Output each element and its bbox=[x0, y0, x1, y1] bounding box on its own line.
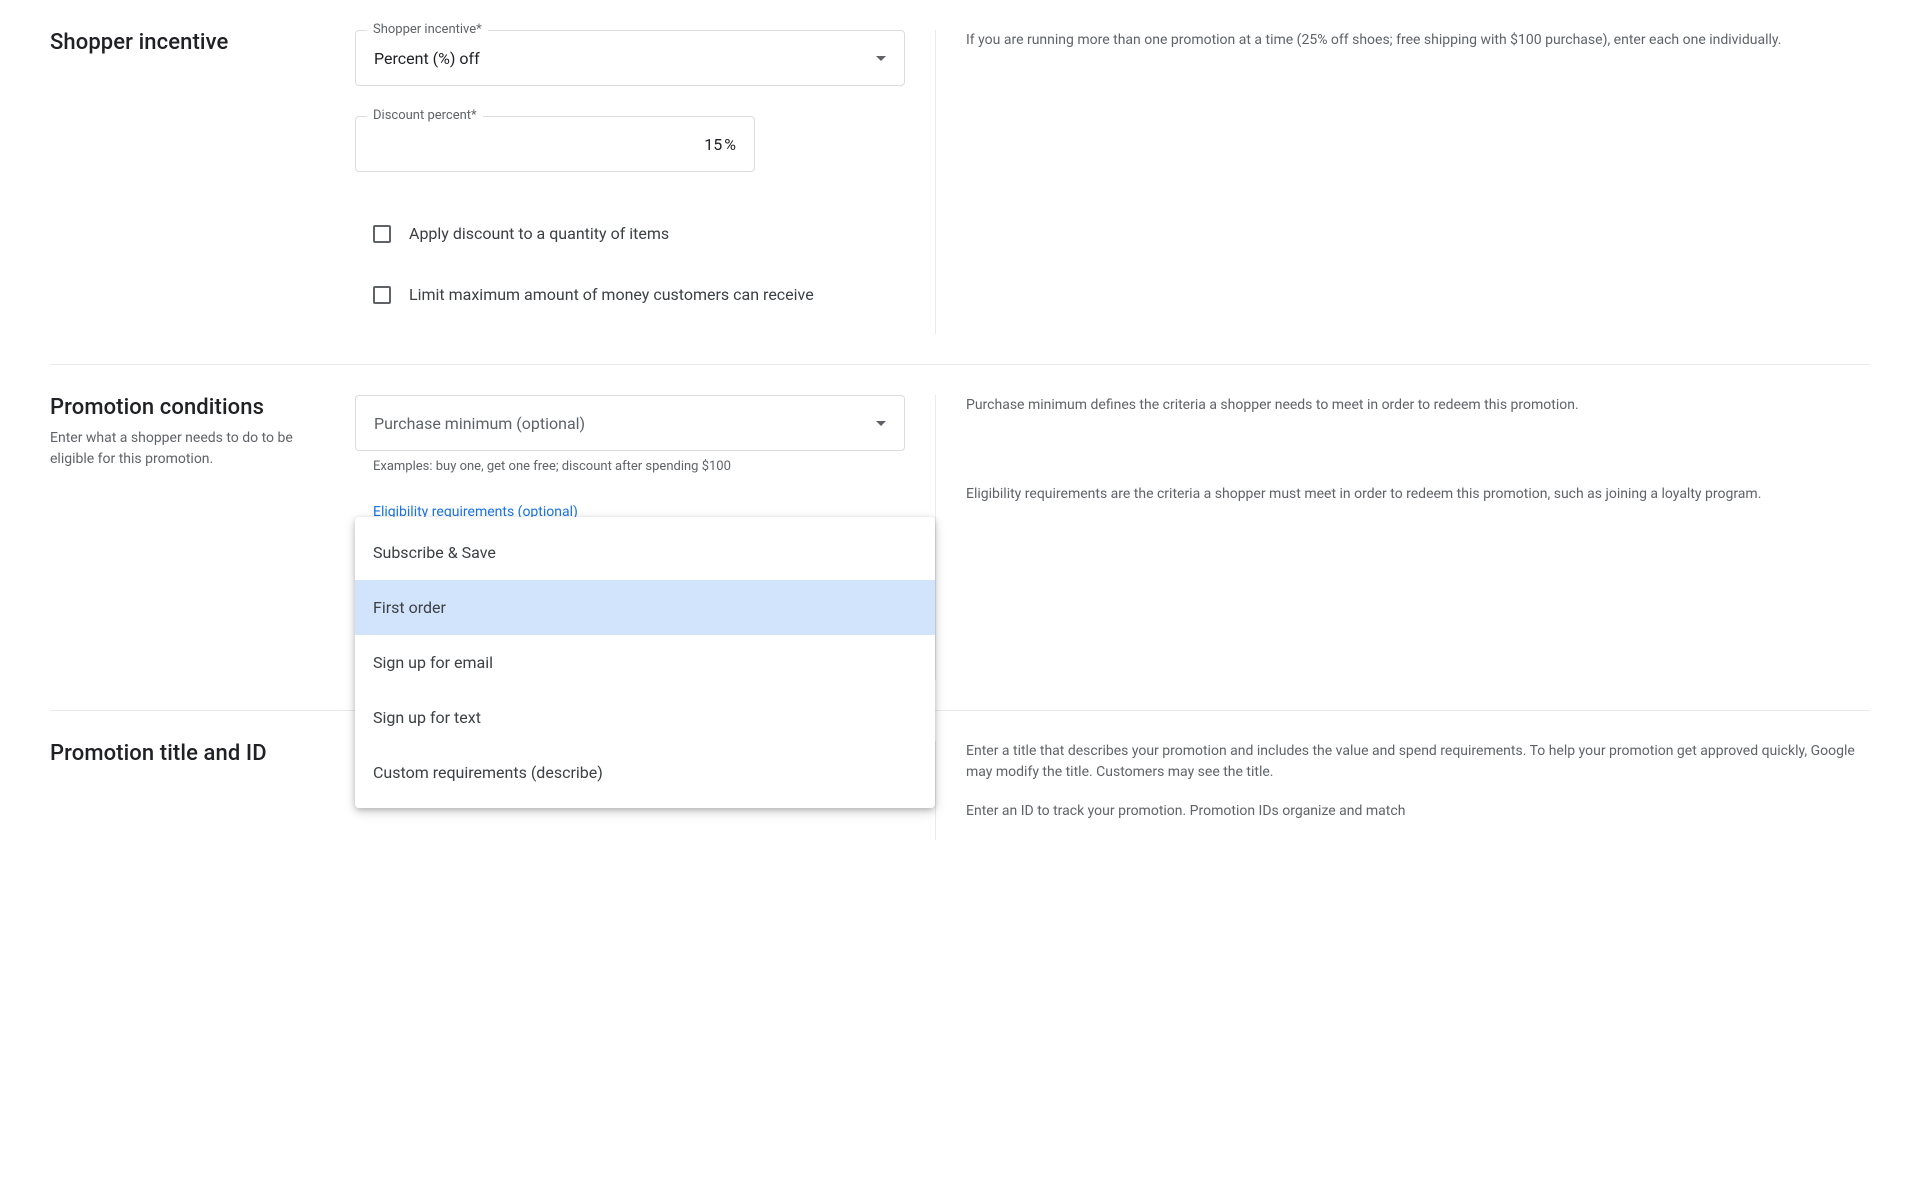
limit-max-checkbox-row[interactable]: Limit maximum amount of money customers … bbox=[355, 273, 905, 316]
purchase-minimum-hint: Examples: buy one, get one free; discoun… bbox=[355, 459, 905, 474]
eligibility-dropdown-menu: Subscribe & Save First order Sign up for… bbox=[355, 517, 935, 808]
conditions-help-text-2: Eligibility requirements are the criteri… bbox=[966, 484, 1870, 505]
checkbox-icon bbox=[373, 225, 391, 243]
conditions-help-text-1: Purchase minimum defines the criteria a … bbox=[966, 395, 1870, 416]
chevron-down-icon bbox=[876, 421, 886, 426]
dropdown-item-first-order[interactable]: First order bbox=[355, 580, 935, 635]
dropdown-item-signup-text[interactable]: Sign up for text bbox=[355, 690, 935, 745]
section-subtitle-conditions: Enter what a shopper needs to do to be e… bbox=[50, 428, 315, 470]
shopper-incentive-field-label: Shopper incentive* bbox=[367, 22, 488, 37]
shopper-incentive-value: Percent (%) off bbox=[374, 49, 480, 68]
purchase-minimum-value: Purchase minimum (optional) bbox=[374, 414, 585, 433]
section-title-incentive: Shopper incentive bbox=[50, 30, 315, 55]
titleid-help-text-1: Enter a title that describes your promot… bbox=[966, 741, 1870, 783]
apply-quantity-label: Apply discount to a quantity of items bbox=[409, 224, 669, 243]
apply-quantity-checkbox-row[interactable]: Apply discount to a quantity of items bbox=[355, 212, 905, 255]
titleid-help-text-2: Enter an ID to track your promotion. Pro… bbox=[966, 801, 1870, 822]
checkbox-icon bbox=[373, 286, 391, 304]
discount-percent-value: 15 bbox=[704, 135, 722, 154]
dropdown-item-custom[interactable]: Custom requirements (describe) bbox=[355, 745, 935, 800]
discount-percent-input[interactable]: 15 % bbox=[355, 116, 755, 172]
shopper-incentive-section: Shopper incentive Shopper incentive* Per… bbox=[50, 20, 1870, 365]
incentive-help-text: If you are running more than one promoti… bbox=[966, 30, 1870, 51]
section-title-titleid: Promotion title and ID bbox=[50, 741, 315, 766]
promotion-conditions-section: Promotion conditions Enter what a shoppe… bbox=[50, 365, 1870, 711]
dropdown-item-subscribe-save[interactable]: Subscribe & Save bbox=[355, 525, 935, 580]
chevron-down-icon bbox=[876, 56, 886, 61]
percent-suffix: % bbox=[724, 135, 736, 154]
promotion-title-id-section: Promotion title and ID Enter a title tha… bbox=[50, 711, 1870, 870]
discount-percent-label: Discount percent* bbox=[367, 108, 483, 123]
section-title-conditions: Promotion conditions bbox=[50, 395, 315, 420]
limit-max-label: Limit maximum amount of money customers … bbox=[409, 285, 814, 304]
shopper-incentive-select[interactable]: Percent (%) off bbox=[355, 30, 905, 86]
purchase-minimum-select[interactable]: Purchase minimum (optional) bbox=[355, 395, 905, 451]
dropdown-item-signup-email[interactable]: Sign up for email bbox=[355, 635, 935, 690]
